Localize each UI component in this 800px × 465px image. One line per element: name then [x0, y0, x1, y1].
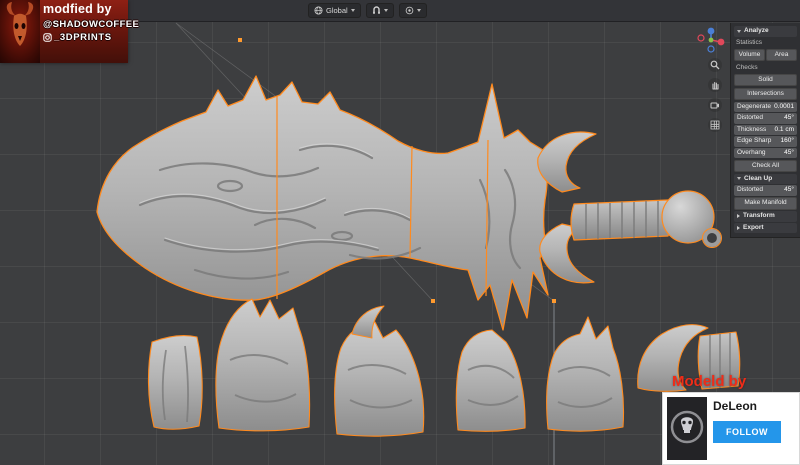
setting-value: 45°: [784, 114, 794, 121]
watermark-handle: @SHADOWCOFFEE: [43, 19, 140, 30]
setting-value: 0.1 cm: [774, 125, 794, 133]
degenerate-setting[interactable]: Degenerate 0.0001: [734, 101, 797, 112]
distorted-setting[interactable]: Distorted 45°: [734, 113, 797, 124]
blender-viewport[interactable]: Global Analyze Statistics Volume Area Ch…: [0, 0, 800, 465]
orientation-label: Global: [326, 6, 348, 15]
setting-label: Edge Sharp: [737, 137, 772, 144]
area-button[interactable]: Area: [766, 48, 797, 61]
follow-button[interactable]: FOLLOW: [713, 421, 781, 443]
camera-icon: [710, 102, 719, 109]
check-all-button[interactable]: Check All: [734, 159, 797, 172]
checks-label: Checks: [736, 63, 758, 71]
watermark-bottom: Modeld by DeLeon FOLLOW: [662, 373, 800, 465]
thickness-setting[interactable]: Thickness 0.1 cm: [734, 124, 797, 135]
setting-label: Thickness: [737, 125, 767, 133]
print-toolbox-panel: Analyze Statistics Volume Area Checks So…: [730, 23, 800, 238]
proportional-circle-icon: [405, 6, 413, 15]
creator-card: DeLeon FOLLOW: [662, 392, 800, 465]
statistics-label: Statistics: [736, 38, 763, 46]
cleanup-title: Clean Up: [744, 174, 773, 182]
transform-section-header[interactable]: Transform: [734, 211, 797, 222]
export-section-header[interactable]: Export: [734, 222, 797, 233]
cleanup-section-header[interactable]: Clean Up: [734, 173, 797, 184]
globe-icon: [314, 6, 323, 15]
watermark-handle-2: _3DPRINTS: [54, 32, 112, 43]
transform-title: Transform: [743, 212, 775, 219]
chevron-down-icon: [350, 9, 355, 12]
view-navigation-gizmo[interactable]: [696, 25, 726, 55]
gizmo-x-axis[interactable]: [717, 38, 725, 46]
chevron-down-icon: [383, 9, 388, 12]
cleanup-distorted-setting[interactable]: Distorted 45°: [734, 185, 797, 196]
analyze-section-header[interactable]: Analyze: [734, 26, 797, 37]
grid-icon: [710, 120, 720, 130]
make-manifold-button[interactable]: Make Manifold: [734, 197, 797, 210]
blade-fragments: [147, 298, 741, 437]
edge-sharp-setting[interactable]: Edge Sharp 160°: [734, 136, 797, 147]
orthographic-grid-tool[interactable]: [708, 118, 722, 132]
zoom-tool[interactable]: [708, 58, 722, 72]
watermark-top: modfied by @SHADOWCOFFEE _3DPRINTS: [0, 0, 139, 63]
setting-value: 0.0001: [774, 102, 794, 110]
watermark-modified-by: modfied by: [43, 2, 112, 16]
instagram-icon: [43, 33, 52, 42]
analyze-title: Analyze: [744, 27, 769, 34]
fragment-2-mesh[interactable]: [215, 298, 311, 432]
volume-button[interactable]: Volume: [734, 48, 765, 61]
fragment-5-mesh[interactable]: [546, 316, 625, 432]
gizmo-y-axis[interactable]: [708, 37, 714, 43]
creator-name: DeLeon: [713, 399, 758, 413]
proportional-editing-toggle[interactable]: [398, 3, 427, 18]
setting-label: Overhang: [737, 148, 766, 156]
setting-label: Degenerate: [737, 102, 771, 110]
fragment-3-mesh[interactable]: [334, 305, 425, 437]
snapping-toggle[interactable]: [365, 3, 394, 18]
setting-value: 45°: [784, 148, 794, 156]
hand-icon: [712, 81, 719, 90]
fragment-1-mesh[interactable]: [147, 335, 203, 430]
transform-orientation-dropdown[interactable]: Global: [308, 3, 361, 18]
chevron-down-icon: [737, 29, 741, 33]
camera-view-tool[interactable]: [708, 98, 722, 112]
overhang-setting[interactable]: Overhang 45°: [734, 147, 797, 158]
setting-value: 160°: [780, 137, 794, 144]
magnifier-icon: [710, 60, 720, 70]
blade-of-chaos-mesh[interactable]: [96, 75, 722, 331]
export-title: Export: [743, 223, 764, 231]
setting-label: Distorted: [737, 114, 764, 121]
setting-label: Distorted: [737, 186, 764, 193]
gizmo-z-axis[interactable]: [707, 27, 715, 35]
solid-check-button[interactable]: Solid: [734, 73, 797, 86]
setting-value: 45°: [784, 186, 794, 193]
chevron-right-icon: [737, 225, 740, 230]
creator-avatar: [667, 397, 707, 460]
viewport-tools: [708, 58, 722, 132]
magnet-icon: [372, 6, 380, 14]
chevron-down-icon: [737, 177, 741, 181]
fragment-4-mesh[interactable]: [455, 329, 526, 432]
modeled-by-label: Modeld by: [672, 373, 747, 390]
intersections-check-button[interactable]: Intersections: [734, 87, 797, 100]
demon-skull-image: [0, 0, 40, 63]
chevron-right-icon: [737, 214, 740, 219]
pan-tool[interactable]: [708, 78, 722, 92]
chevron-down-icon: [416, 9, 421, 12]
